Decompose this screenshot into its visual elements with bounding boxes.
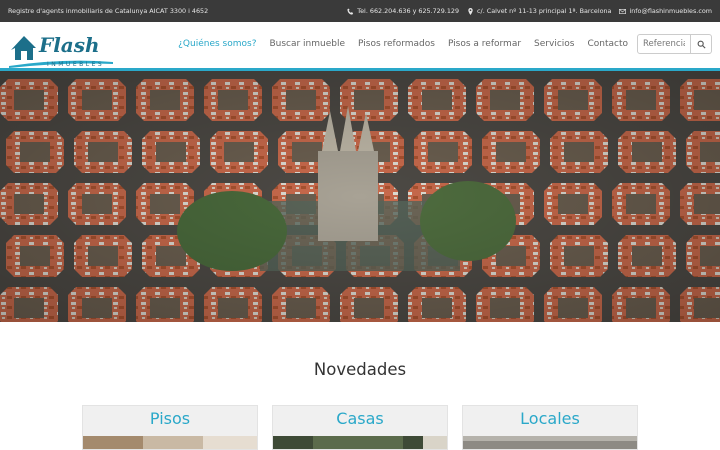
hero-banner xyxy=(0,71,720,322)
brand-name: Flash xyxy=(38,33,100,57)
main-nav: ¿Quiénes somos? Buscar inmueble Pisos re… xyxy=(165,34,712,54)
nav-pisos-reformados[interactable]: Pisos reformados xyxy=(358,39,435,49)
envelope-icon xyxy=(619,8,627,14)
brand-sub: INMUEBLES xyxy=(47,61,104,68)
email-info[interactable]: info@flashinmuebles.com xyxy=(619,7,712,15)
nav-servicios[interactable]: Servicios xyxy=(534,39,574,49)
locales-thumbnail xyxy=(463,436,637,449)
registry-text: Registre d'agents inmobiliaris de Catalu… xyxy=(8,7,209,15)
email-link[interactable]: info@flashinmuebles.com xyxy=(629,7,712,15)
nav-contacto[interactable]: Contacto xyxy=(587,39,628,49)
flash-logo[interactable]: Flash INMUEBLES xyxy=(9,28,119,70)
phone-text: Tel. 662.204.636 y 625.729.129 xyxy=(357,7,460,15)
top-info-bar: Registre d'agents inmobiliaris de Catalu… xyxy=(0,0,720,22)
card-label: Locales xyxy=(520,409,580,428)
search-button[interactable] xyxy=(691,34,712,54)
barcelona-aerial-image xyxy=(0,71,720,322)
category-card-casas[interactable]: Casas xyxy=(272,405,448,450)
phone-icon xyxy=(347,7,354,15)
address-text: c/. Calvet nº 11-13 principal 1ª. Barcel… xyxy=(477,7,612,15)
map-marker-icon xyxy=(468,7,473,15)
address-info: c/. Calvet nº 11-13 principal 1ª. Barcel… xyxy=(467,7,611,15)
reference-input[interactable] xyxy=(637,34,691,54)
nav-buscar-inmueble[interactable]: Buscar inmueble xyxy=(269,39,345,49)
card-label: Pisos xyxy=(149,409,191,428)
phone-info: Tel. 662.204.636 y 625.729.129 xyxy=(347,7,459,15)
category-card-locales[interactable]: Locales xyxy=(462,405,638,450)
nav-quienes-somos[interactable]: ¿Quiénes somos? xyxy=(178,39,256,49)
reference-search xyxy=(637,34,712,54)
section-title: Novedades xyxy=(313,360,407,379)
pisos-thumbnail xyxy=(83,436,257,449)
category-card-pisos[interactable]: Pisos xyxy=(82,405,258,450)
casas-thumbnail xyxy=(273,436,447,449)
site-header: Flash INMUEBLES ¿Quiénes somos? Buscar i… xyxy=(0,22,720,71)
nav-pisos-a-reformar[interactable]: Pisos a reformar xyxy=(448,39,521,49)
search-icon xyxy=(697,40,706,49)
card-label: Casas xyxy=(336,409,384,428)
